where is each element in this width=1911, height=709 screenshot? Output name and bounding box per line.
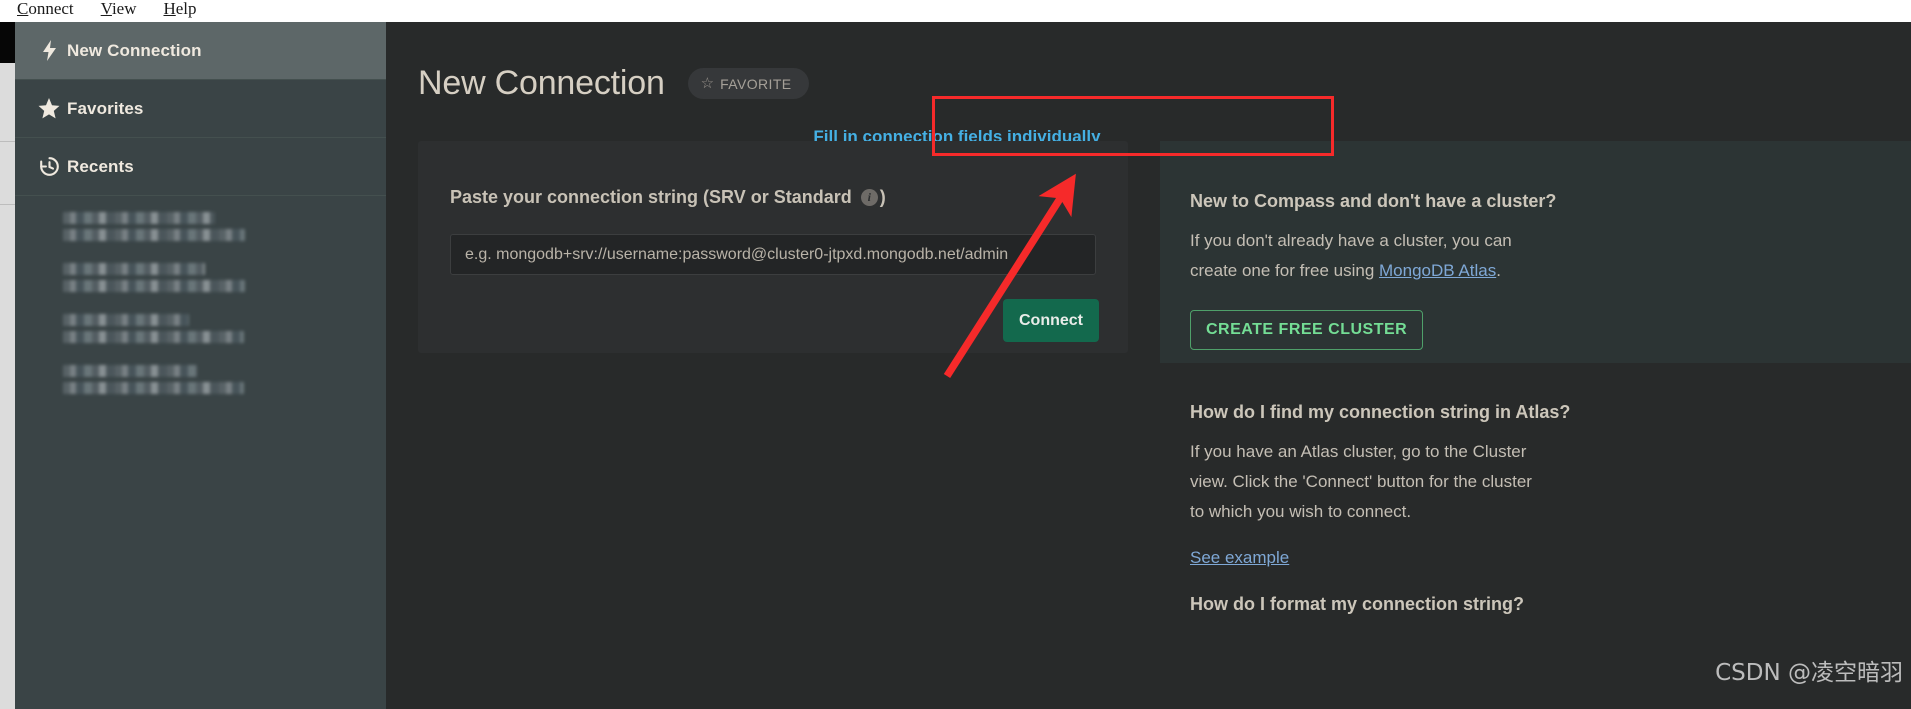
redacted-text — [63, 263, 205, 275]
sidebar-item-favorites[interactable]: Favorites — [15, 80, 386, 138]
redacted-text — [63, 212, 215, 224]
menu-item-connect[interactable]: Connect — [17, 0, 74, 20]
help-body: If you don't already have a cluster, you… — [1190, 231, 1512, 280]
window-edge-divider-1 — [0, 141, 15, 142]
list-item[interactable] — [63, 212, 386, 241]
list-item[interactable] — [63, 314, 386, 343]
window-edge-divider-2 — [0, 204, 15, 205]
menu-item-help[interactable]: Help — [163, 0, 196, 20]
page-header: New Connection ☆ FAVORITE — [386, 22, 1911, 103]
redacted-text — [63, 331, 244, 343]
favorite-label: FAVORITE — [720, 75, 792, 92]
help-heading: How do I format my connection string? — [1190, 594, 1525, 614]
mongodb-atlas-link[interactable]: MongoDB Atlas — [1379, 261, 1496, 280]
connect-button[interactable]: Connect — [1003, 299, 1099, 342]
main-content: New Connection ☆ FAVORITE Fill in connec… — [386, 22, 1911, 709]
star-outline-icon: ☆ — [700, 75, 715, 92]
redacted-text — [63, 280, 245, 292]
help-heading: How do I find my connection string in At… — [1190, 402, 1571, 422]
app-window: Connect View Help New Connection Favorit… — [0, 0, 1911, 709]
bolt-icon — [31, 40, 67, 61]
recents-list — [15, 196, 386, 394]
window-edge-strip — [0, 63, 15, 709]
see-example-link[interactable]: See example — [1190, 548, 1289, 568]
page-title: New Connection — [418, 64, 665, 102]
star-icon — [31, 98, 67, 119]
sidebar-item-recents[interactable]: Recents — [15, 138, 386, 196]
sidebar-item-label: New Connection — [67, 40, 202, 60]
help-section-faq: How do I find my connection string in At… — [1160, 363, 1911, 615]
history-icon — [31, 156, 67, 177]
redacted-text — [63, 314, 189, 326]
redacted-text — [63, 365, 197, 377]
connection-string-input[interactable] — [450, 234, 1096, 275]
menu-item-view[interactable]: View — [101, 0, 137, 20]
list-item[interactable] — [63, 263, 386, 292]
connection-string-label: Paste your connection string (SRV or Sta… — [450, 187, 886, 207]
redacted-text — [63, 382, 244, 394]
sidebar: New Connection Favorites Recents — [15, 22, 386, 709]
help-section-new-to-compass: New to Compass and don't have a cluster?… — [1160, 141, 1911, 363]
sidebar-item-new-connection[interactable]: New Connection — [15, 22, 386, 80]
help-heading: New to Compass and don't have a cluster? — [1190, 191, 1557, 211]
connection-string-card: Paste your connection string (SRV or Sta… — [418, 141, 1128, 353]
list-item[interactable] — [63, 365, 386, 394]
watermark: CSDN @凌空暗羽 — [1715, 660, 1903, 686]
info-icon[interactable]: i — [860, 189, 878, 206]
sidebar-item-label: Recents — [67, 156, 134, 176]
sidebar-item-label: Favorites — [67, 98, 144, 118]
menu-bar: Connect View Help — [0, 0, 1911, 22]
help-panel: New to Compass and don't have a cluster?… — [1160, 141, 1911, 709]
redacted-text — [63, 229, 245, 241]
help-body: If you have an Atlas cluster, go to the … — [1190, 442, 1532, 521]
create-free-cluster-button[interactable]: CREATE FREE CLUSTER — [1190, 310, 1424, 350]
